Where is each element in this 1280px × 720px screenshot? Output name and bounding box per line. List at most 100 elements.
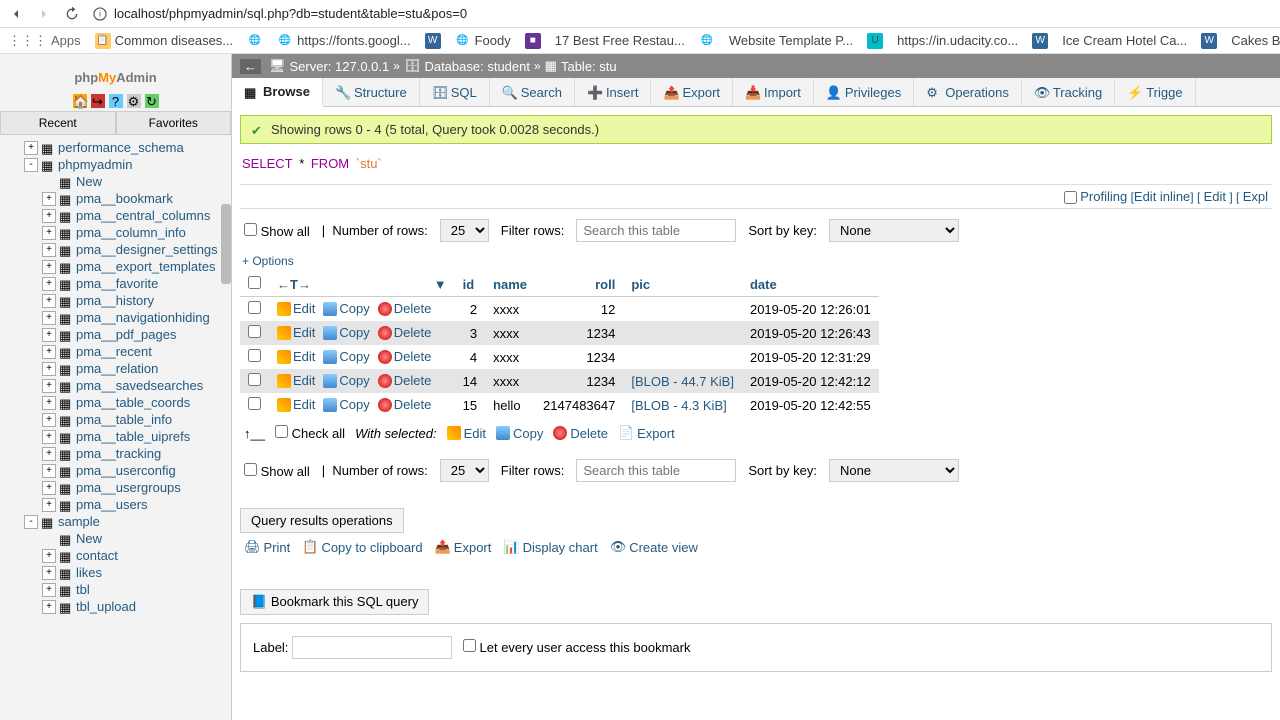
- tree-item[interactable]: +▦pma__table_info: [2, 411, 229, 428]
- tab-import[interactable]: 📥Import: [733, 78, 814, 106]
- row-checkbox[interactable]: [248, 325, 261, 338]
- tree-item[interactable]: +▦pma__usergroups: [2, 479, 229, 496]
- info-icon[interactable]: i: [92, 6, 108, 22]
- expand-icon[interactable]: +: [42, 447, 56, 461]
- tab-browse[interactable]: ▦Browse: [232, 78, 323, 107]
- sort-select[interactable]: None: [829, 459, 959, 482]
- bookmark-item[interactable]: ■: [525, 33, 541, 49]
- tree-item[interactable]: +▦tbl: [2, 581, 229, 598]
- row-edit[interactable]: Edit: [277, 397, 315, 412]
- tree-item[interactable]: +▦pma__table_uiprefs: [2, 428, 229, 445]
- tab-trigge[interactable]: ⚡Trigge: [1115, 78, 1195, 106]
- edit-link[interactable]: Edit: [1204, 189, 1226, 204]
- tree-item[interactable]: +▦pma__recent: [2, 343, 229, 360]
- bulk-copy[interactable]: Copy: [496, 426, 543, 441]
- expand-icon[interactable]: +: [42, 413, 56, 427]
- tab-export[interactable]: 📤Export: [651, 78, 733, 106]
- expand-icon[interactable]: +: [24, 141, 38, 155]
- row-copy[interactable]: Copy: [323, 397, 369, 412]
- tab-insert[interactable]: ➕Insert: [575, 78, 652, 106]
- tree-item[interactable]: +▦pma__users: [2, 496, 229, 513]
- expand-icon[interactable]: -: [24, 515, 38, 529]
- tree-item[interactable]: +▦pma__designer_settings: [2, 241, 229, 258]
- tree-item[interactable]: +▦pma__userconfig: [2, 462, 229, 479]
- tree-item[interactable]: +▦pma__export_templates: [2, 258, 229, 275]
- row-checkbox[interactable]: [248, 397, 261, 410]
- expand-icon[interactable]: +: [42, 209, 56, 223]
- profiling-checkbox[interactable]: [1064, 191, 1077, 204]
- tab-operations[interactable]: ⚙Operations: [914, 78, 1022, 106]
- bookmark-item[interactable]: 🌐https://fonts.googl...: [277, 33, 410, 49]
- showall-checkbox[interactable]: [244, 223, 257, 236]
- bookmark-item[interactable]: W: [1032, 33, 1048, 49]
- bookmark-item[interactable]: Website Template P...: [729, 33, 853, 48]
- bookmark-item[interactable]: 🌐: [247, 33, 263, 49]
- row-copy[interactable]: Copy: [323, 349, 369, 364]
- expand-icon[interactable]: +: [42, 226, 56, 240]
- row-edit[interactable]: Edit: [277, 301, 315, 316]
- row-checkbox[interactable]: [248, 349, 261, 362]
- row-copy[interactable]: Copy: [323, 301, 369, 316]
- row-checkbox[interactable]: [248, 301, 261, 314]
- tab-sql[interactable]: 🗄SQL: [420, 78, 490, 106]
- url-text[interactable]: localhost/phpmyadmin/sql.php?db=student&…: [114, 6, 467, 21]
- nav-forward-icon[interactable]: [36, 6, 52, 22]
- tab-tracking[interactable]: 👁Tracking: [1022, 78, 1115, 106]
- tree-item[interactable]: ▦New: [2, 173, 229, 190]
- checkall-checkbox[interactable]: [275, 425, 288, 438]
- tab-search[interactable]: 🔍Search: [490, 78, 575, 106]
- tree-item[interactable]: +▦pma__bookmark: [2, 190, 229, 207]
- export-link[interactable]: 📤Export: [435, 539, 492, 555]
- row-copy[interactable]: Copy: [323, 373, 369, 388]
- tree-item[interactable]: -▦sample: [2, 513, 229, 530]
- sidebar-toolbar[interactable]: 🏠↪?⚙↻: [0, 92, 231, 111]
- bookmark-item[interactable]: Cakes Bakery Resta...: [1231, 33, 1280, 48]
- filter-input[interactable]: [576, 459, 736, 482]
- tree-item[interactable]: +▦tbl_upload: [2, 598, 229, 615]
- tree-item[interactable]: +▦pma__navigationhiding: [2, 309, 229, 326]
- expand-icon[interactable]: +: [42, 379, 56, 393]
- nav-back-icon[interactable]: [8, 6, 24, 22]
- bookmark-item[interactable]: https://in.udacity.co...: [897, 33, 1018, 48]
- expand-icon[interactable]: +: [42, 600, 56, 614]
- tree-item[interactable]: +▦pma__favorite: [2, 275, 229, 292]
- bookmark-label-input[interactable]: [292, 636, 452, 659]
- tree-item[interactable]: +▦likes: [2, 564, 229, 581]
- showall-checkbox[interactable]: [244, 463, 257, 476]
- filter-input[interactable]: [576, 219, 736, 242]
- expand-icon[interactable]: +: [42, 549, 56, 563]
- row-delete[interactable]: Delete: [378, 325, 432, 340]
- options-toggle[interactable]: + Options: [240, 252, 1272, 270]
- expand-icon[interactable]: +: [42, 481, 56, 495]
- rows-select[interactable]: 25: [440, 219, 489, 242]
- expand-icon[interactable]: +: [42, 311, 56, 325]
- row-delete[interactable]: Delete: [378, 373, 432, 388]
- explain-link[interactable]: Expl: [1243, 189, 1268, 204]
- tree-item[interactable]: +▦pma__table_coords: [2, 394, 229, 411]
- clipboard-link[interactable]: 📋Copy to clipboard: [302, 539, 422, 555]
- breadcrumb-db[interactable]: Database: student: [424, 59, 530, 74]
- expand-icon[interactable]: +: [42, 243, 56, 257]
- breadcrumb-server[interactable]: Server: 127.0.0.1: [290, 59, 390, 74]
- edit-inline-link[interactable]: Edit inline: [1134, 189, 1190, 204]
- tab-privileges[interactable]: 👤Privileges: [814, 78, 914, 106]
- expand-icon[interactable]: +: [42, 464, 56, 478]
- tree-item[interactable]: +▦pma__pdf_pages: [2, 326, 229, 343]
- tree-item[interactable]: +▦pma__savedsearches: [2, 377, 229, 394]
- row-delete[interactable]: Delete: [378, 397, 432, 412]
- row-copy[interactable]: Copy: [323, 325, 369, 340]
- print-link[interactable]: 🖨Print: [244, 539, 290, 555]
- expand-icon[interactable]: +: [42, 583, 56, 597]
- row-checkbox[interactable]: [248, 373, 261, 386]
- expand-icon[interactable]: +: [42, 498, 56, 512]
- bookmark-item[interactable]: Ice Cream Hotel Ca...: [1062, 33, 1187, 48]
- rows-select[interactable]: 25: [440, 459, 489, 482]
- bookmark-item[interactable]: U: [867, 33, 883, 49]
- expand-icon[interactable]: +: [42, 396, 56, 410]
- bookmark-item[interactable]: 📋Common diseases...: [95, 33, 234, 49]
- row-edit[interactable]: Edit: [277, 373, 315, 388]
- expand-icon[interactable]: +: [42, 260, 56, 274]
- tree-item[interactable]: +▦performance_schema: [2, 139, 229, 156]
- bookmark-item[interactable]: 17 Best Free Restau...: [555, 33, 685, 48]
- breadcrumb-table[interactable]: Table: stu: [561, 59, 617, 74]
